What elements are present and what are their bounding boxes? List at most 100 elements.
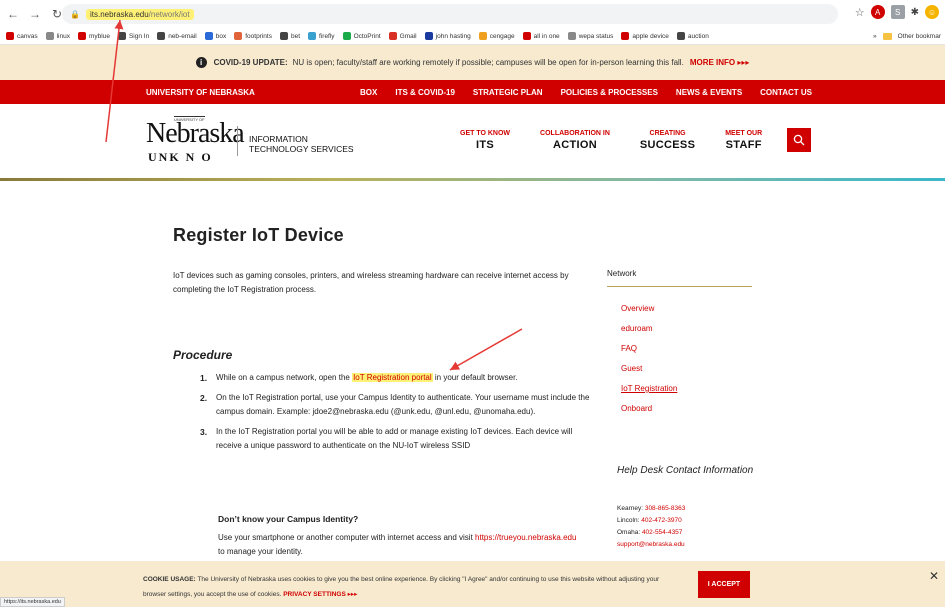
contact-phone-link[interactable]: 402-472-3970 bbox=[641, 517, 681, 524]
bookmark-favicon-icon bbox=[522, 32, 531, 40]
bookmark-item[interactable]: OctoPrint bbox=[342, 32, 381, 40]
bookmark-item[interactable]: cengage bbox=[478, 32, 515, 40]
forward-icon[interactable]: → bbox=[26, 5, 44, 23]
cookie-message: The University of Nebraska uses cookies … bbox=[143, 576, 660, 598]
iot-registration-portal-link[interactable]: IoT Registration portal bbox=[352, 373, 433, 382]
star-icon[interactable]: ☆ bbox=[855, 6, 865, 19]
other-bookmarks-folder[interactable]: Other bookmar bbox=[898, 33, 941, 40]
university-bar: UNIVERSITY OF NEBRASKA BOX ITS & COVID-19… bbox=[0, 80, 945, 104]
contact-campus: Omaha: bbox=[617, 529, 642, 536]
sidebar-item[interactable]: Guest bbox=[621, 364, 677, 373]
help-desk-contact: Omaha: 402-554-4357 bbox=[617, 527, 685, 539]
step-number: 2. bbox=[200, 393, 208, 403]
logo-divider bbox=[237, 126, 238, 156]
bookmark-item[interactable]: myblue bbox=[77, 32, 110, 40]
sidebar-item[interactable]: eduroam bbox=[621, 324, 677, 333]
bookmark-label: linux bbox=[56, 32, 70, 40]
campus-logos: UNK N O bbox=[148, 150, 213, 164]
step-text: In the IoT Registration portal you will … bbox=[216, 427, 573, 450]
bookmark-favicon-icon bbox=[478, 32, 487, 40]
bookmark-label: canvas bbox=[17, 32, 38, 40]
bookmark-favicon-icon bbox=[342, 32, 351, 40]
bookmark-item[interactable]: neb-email bbox=[157, 32, 197, 40]
campus-identity-heading: Don’t know your Campus Identity? bbox=[218, 514, 359, 524]
trueyou-link[interactable]: https://trueyou.nebraska.edu bbox=[475, 533, 576, 542]
back-icon[interactable]: ← bbox=[4, 5, 22, 23]
bookmark-label: apple device bbox=[632, 32, 669, 40]
sidebar-item[interactable]: Overview bbox=[621, 304, 677, 313]
close-icon[interactable]: ✕ bbox=[929, 569, 939, 583]
utility-nav-link[interactable]: NEWS & EVENTS bbox=[676, 88, 742, 97]
profile-avatar[interactable]: ☺ bbox=[925, 5, 939, 19]
contact-campus: Lincoln: bbox=[617, 517, 642, 524]
university-link[interactable]: UNIVERSITY OF NEBRASKA bbox=[146, 88, 255, 97]
page-title: Register IoT Device bbox=[173, 225, 344, 245]
sidebar-item[interactable]: FAQ bbox=[621, 344, 677, 353]
cookie-banner: COOKIE USAGE: The University of Nebraska… bbox=[0, 561, 945, 607]
bookmark-favicon-icon bbox=[308, 32, 317, 40]
step-number: 3. bbox=[200, 427, 208, 437]
help-desk-contact: Kearney: 308-865-8363 bbox=[617, 503, 685, 515]
sidebar-divider bbox=[607, 286, 752, 287]
support-email-link[interactable]: support@nebraska.edu bbox=[617, 539, 685, 551]
bookmark-item[interactable]: wepa status bbox=[567, 32, 613, 40]
step-3: 3. In the IoT Registration portal you wi… bbox=[200, 425, 590, 453]
step-number: 1. bbox=[200, 373, 208, 383]
utility-nav-link[interactable]: CONTACT US bbox=[760, 88, 812, 97]
bookmark-favicon-icon bbox=[424, 32, 433, 40]
bookmark-item[interactable]: john hasting bbox=[424, 32, 471, 40]
sidebar-heading: Network bbox=[607, 269, 637, 278]
covid-label: COVID-19 UPDATE: bbox=[213, 58, 288, 67]
sidebar-nav: Overview eduroam FAQ Guest IoT Registration O… bbox=[621, 304, 677, 424]
its-wordmark[interactable]: INFORMATION TECHNOLOGY SERVICES bbox=[249, 134, 354, 154]
privacy-settings-link[interactable]: PRIVACY SETTINGS ▸▸▸ bbox=[283, 591, 357, 598]
bookmarks-more-button[interactable]: » bbox=[873, 33, 877, 40]
nav-title: ITS bbox=[476, 139, 495, 151]
bookmark-item[interactable]: canvas bbox=[6, 32, 38, 40]
bookmark-favicon-icon bbox=[204, 32, 213, 40]
step-1-pre: While on a campus network, open the bbox=[216, 373, 353, 382]
bookmark-item[interactable]: firefly bbox=[308, 32, 335, 40]
bookmark-label: Gmail bbox=[399, 32, 417, 40]
utility-nav-link[interactable]: ITS & COVID-19 bbox=[395, 88, 455, 97]
utility-nav-link[interactable]: STRATEGIC PLAN bbox=[473, 88, 543, 97]
bookmark-item[interactable]: box bbox=[204, 32, 226, 40]
bookmark-label: auction bbox=[687, 32, 709, 40]
bookmark-item[interactable]: bet bbox=[279, 32, 300, 40]
puzzle-icon[interactable]: ✱ bbox=[911, 7, 919, 18]
bookmark-item[interactable]: all in one bbox=[522, 32, 560, 40]
header-nav-item[interactable]: COLLABORATION IN ACTION bbox=[540, 130, 610, 151]
bookmark-item[interactable]: auction bbox=[676, 32, 709, 40]
bookmark-favicon-icon bbox=[45, 32, 54, 40]
bookmark-item[interactable]: Gmail bbox=[388, 32, 417, 40]
nebraska-logo[interactable]: Nebraska bbox=[146, 120, 245, 148]
utility-nav-link[interactable]: BOX bbox=[360, 88, 377, 97]
bookmark-item[interactable]: linux bbox=[45, 32, 70, 40]
lock-icon: 🔒 bbox=[70, 9, 80, 19]
header-nav-item[interactable]: MEET OUR STAFF bbox=[725, 130, 762, 151]
bookmark-item[interactable]: Sign In bbox=[117, 32, 149, 40]
utility-nav-link[interactable]: POLICIES & PROCESSES bbox=[561, 88, 658, 97]
header-nav-item[interactable]: CREATING SUCCESS bbox=[640, 130, 695, 151]
address-bar[interactable]: 🔒 its.nebraska.edu/network/iot bbox=[62, 4, 838, 24]
bookmark-label: cengage bbox=[489, 32, 515, 40]
sidebar-item[interactable]: IoT Registration bbox=[621, 384, 677, 393]
bookmark-item[interactable]: apple device bbox=[621, 32, 669, 40]
header-nav-item[interactable]: GET TO KNOW ITS bbox=[460, 130, 510, 151]
covid-more-info-link[interactable]: MORE INFO ▸▸▸ bbox=[690, 58, 750, 67]
accept-cookies-button[interactable]: I ACCEPT bbox=[698, 571, 750, 598]
bookmark-favicon-icon bbox=[279, 32, 288, 40]
bookmark-item[interactable]: footprints bbox=[234, 32, 272, 40]
extension-abp-icon[interactable]: A bbox=[870, 5, 885, 19]
step-2: 2. On the IoT Registration portal, use y… bbox=[200, 391, 590, 419]
campus-identity-text: Use your smartphone or another computer … bbox=[218, 531, 578, 559]
bookmark-favicon-icon bbox=[77, 32, 86, 40]
bookmark-favicon-icon bbox=[157, 32, 166, 40]
extension-grey-icon[interactable]: S bbox=[890, 5, 905, 19]
contact-phone-link[interactable]: 402-554-4357 bbox=[642, 529, 682, 536]
sidebar-item[interactable]: Onboard bbox=[621, 404, 677, 413]
bookmark-label: firefly bbox=[319, 32, 335, 40]
bookmark-label: footprints bbox=[245, 32, 272, 40]
contact-phone-link[interactable]: 308-865-8363 bbox=[645, 505, 685, 512]
search-button[interactable] bbox=[787, 128, 811, 152]
